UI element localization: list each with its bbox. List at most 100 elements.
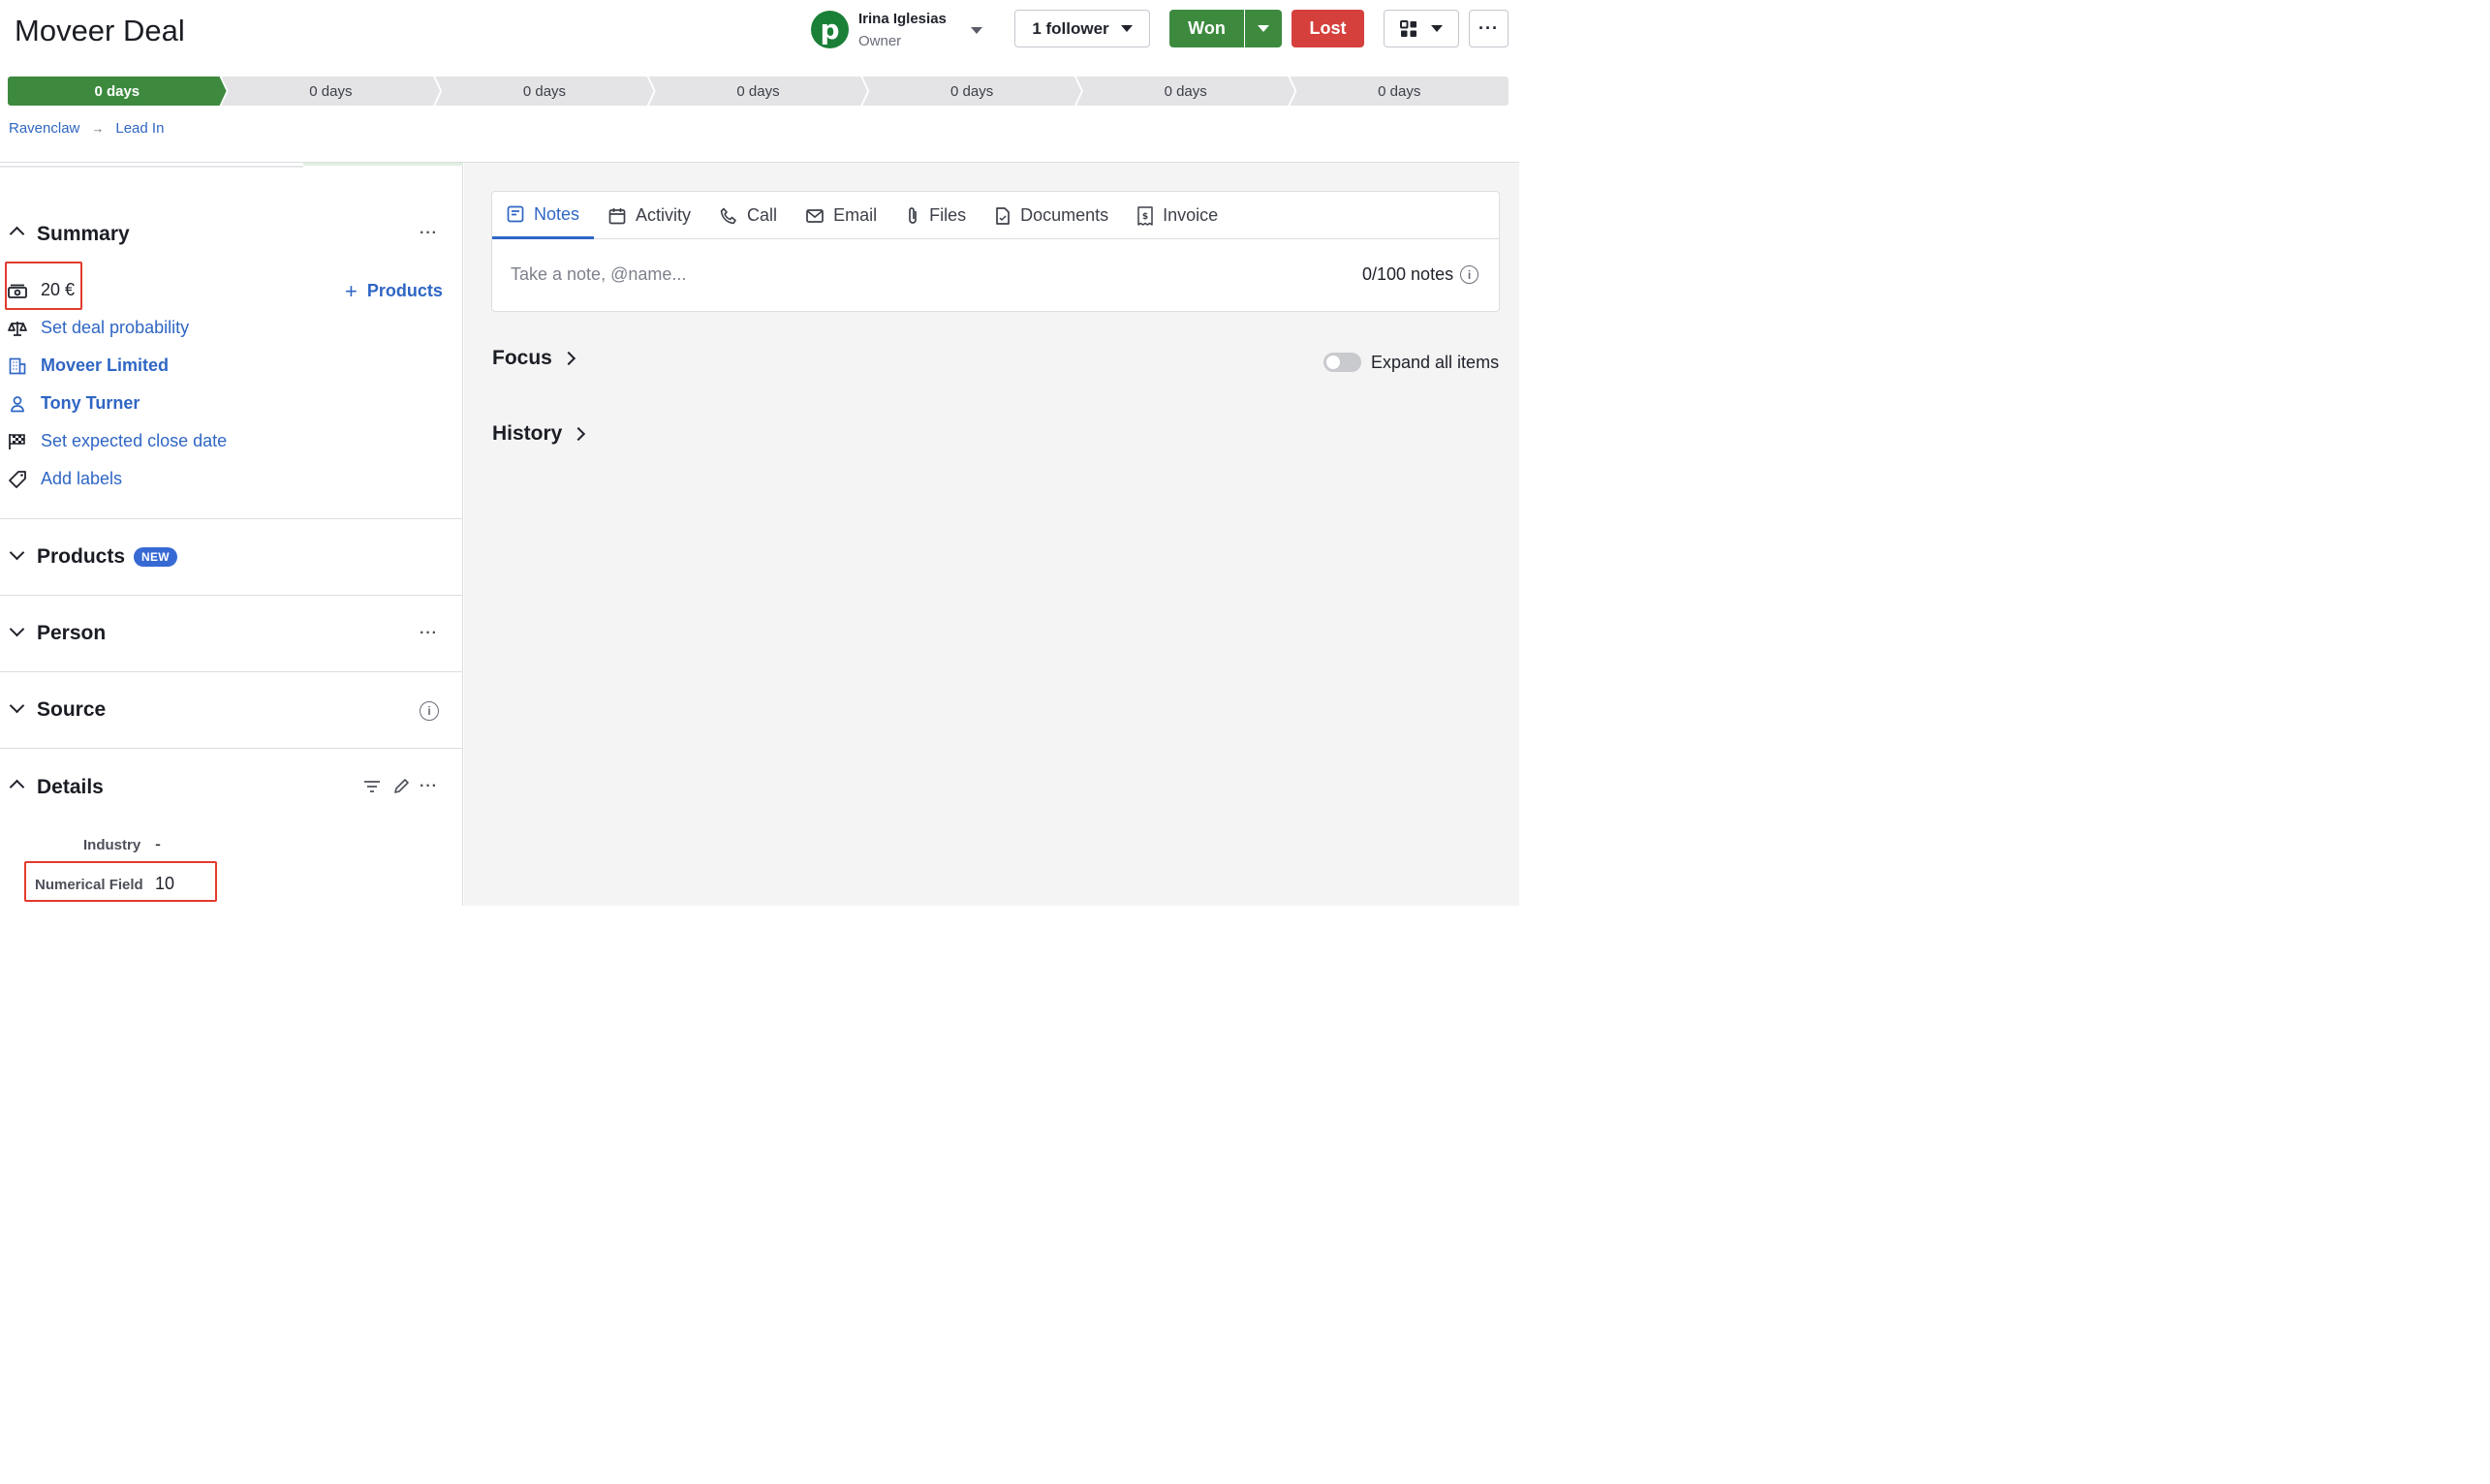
owner-name[interactable]: Irina Iglesias xyxy=(858,11,947,27)
stage-2[interactable]: 0 days xyxy=(222,77,441,106)
add-products-label: Products xyxy=(366,281,443,300)
add-products-button[interactable]: + Products xyxy=(345,278,443,303)
composer-tabs: Notes Activity Call Email Files Document… xyxy=(492,192,1499,239)
chevron-up-icon xyxy=(9,226,25,242)
tab-files[interactable]: Files xyxy=(891,192,980,239)
breadcrumb-stage[interactable]: Lead In xyxy=(115,120,164,137)
info-icon[interactable]: i xyxy=(1460,265,1479,284)
tab-label: Call xyxy=(747,205,778,225)
tab-label: Email xyxy=(833,205,878,225)
stage-3[interactable]: 0 days xyxy=(435,77,654,106)
info-icon[interactable]: i xyxy=(420,701,439,721)
breadcrumb-pipeline[interactable]: Ravenclaw xyxy=(9,120,79,137)
notes-count-label: 0/100 notes xyxy=(1362,264,1454,284)
chevron-down-icon xyxy=(9,697,25,714)
document-icon xyxy=(996,206,1010,225)
field-value-numerical[interactable]: 10 xyxy=(155,874,174,894)
products-title: Products xyxy=(37,545,126,568)
note-input[interactable]: Take a note, @name... xyxy=(511,264,686,285)
person-more-button[interactable]: ··· xyxy=(420,625,438,642)
tab-documents[interactable]: Documents xyxy=(980,192,1123,239)
expand-all-label: Expand all items xyxy=(1371,353,1500,372)
person-row[interactable]: Tony Turner xyxy=(8,393,140,414)
close-date-row[interactable]: Set expected close date xyxy=(8,431,227,451)
chevron-down-icon xyxy=(9,544,25,561)
summary-collapse-toggle[interactable] xyxy=(9,226,25,242)
section-divider xyxy=(0,671,462,672)
tab-label: Activity xyxy=(636,205,692,225)
sidebar-top-progress xyxy=(303,163,463,166)
source-collapse-toggle[interactable] xyxy=(9,697,25,714)
details-collapse-toggle[interactable] xyxy=(9,779,25,795)
follower-label: 1 follower xyxy=(1032,18,1109,38)
expand-all-toggle[interactable] xyxy=(1323,353,1361,372)
stage-4[interactable]: 0 days xyxy=(649,77,868,106)
chevron-down-icon xyxy=(9,621,25,637)
labels-row[interactable]: Add labels xyxy=(8,469,122,489)
stage-7[interactable]: 0 days xyxy=(1290,77,1510,106)
building-icon xyxy=(8,356,27,376)
deal-probability-link[interactable]: Set deal probability xyxy=(41,318,189,338)
follower-button[interactable]: 1 follower xyxy=(1014,10,1150,47)
owner-avatar[interactable]: p xyxy=(811,11,849,48)
deal-value-row[interactable]: 20 € xyxy=(8,280,75,300)
edit-icon[interactable] xyxy=(392,778,410,800)
field-label-numerical: Numerical Field xyxy=(35,877,143,893)
owner-role: Owner xyxy=(858,33,902,49)
more-actions-button[interactable]: ··· xyxy=(1469,10,1509,47)
breadcrumb-arrow-icon: → xyxy=(91,121,105,136)
breadcrumb: Ravenclaw → Lead In xyxy=(9,120,164,137)
person-section-title: Person xyxy=(37,622,107,644)
close-date-link[interactable]: Set expected close date xyxy=(41,431,227,451)
stage-5[interactable]: 0 days xyxy=(862,77,1081,106)
won-options-button[interactable] xyxy=(1245,10,1282,47)
tab-label: Invoice xyxy=(1163,205,1219,225)
lost-button[interactable]: Lost xyxy=(1292,10,1364,47)
chevron-right-icon xyxy=(561,351,576,366)
svg-text:$: $ xyxy=(1142,212,1148,222)
tab-email[interactable]: Email xyxy=(792,192,891,239)
details-section-title: Details xyxy=(37,776,104,798)
summary-title: Summary xyxy=(37,223,130,245)
organization-link[interactable]: Moveer Limited xyxy=(41,356,169,376)
paperclip-icon xyxy=(909,206,917,224)
plus-icon: + xyxy=(345,278,358,303)
deal-probability-row[interactable]: Set deal probability xyxy=(8,318,189,338)
money-icon xyxy=(8,281,27,300)
grid-icon xyxy=(1400,19,1416,37)
tab-activity[interactable]: Activity xyxy=(594,192,705,239)
focus-section-toggle[interactable]: Focus xyxy=(492,347,576,370)
labels-link[interactable]: Add labels xyxy=(41,469,122,489)
summary-more-button[interactable]: ··· xyxy=(420,225,438,242)
tag-icon xyxy=(8,470,27,489)
stage-6[interactable]: 0 days xyxy=(1076,77,1295,106)
person-link[interactable]: Tony Turner xyxy=(41,393,140,414)
section-divider xyxy=(0,518,462,519)
notes-counter: 0/100 notes i xyxy=(1362,264,1479,285)
tab-invoice[interactable]: $ Invoice xyxy=(1123,192,1232,239)
tab-label: Notes xyxy=(534,203,580,224)
details-more-button[interactable]: ··· xyxy=(420,778,438,795)
field-value-industry[interactable]: - xyxy=(155,834,161,854)
tab-notes[interactable]: Notes xyxy=(492,192,595,239)
envelope-icon xyxy=(806,208,824,223)
focus-title: Focus xyxy=(492,347,552,369)
tab-call[interactable]: Call xyxy=(705,192,792,239)
section-divider xyxy=(0,748,462,749)
history-section-toggle[interactable]: History xyxy=(492,422,586,446)
filter-icon[interactable] xyxy=(363,780,381,798)
chevron-down-icon xyxy=(1431,25,1443,32)
field-label-industry: Industry xyxy=(83,837,141,853)
owner-dropdown-caret-icon[interactable] xyxy=(971,27,982,34)
view-switch-button[interactable] xyxy=(1384,10,1459,47)
stage-1[interactable]: 0 days xyxy=(8,77,227,106)
person-icon xyxy=(8,394,27,414)
page-title: Moveer Deal xyxy=(15,14,185,47)
won-button[interactable]: Won xyxy=(1169,10,1244,47)
products-collapse-toggle[interactable] xyxy=(9,544,25,561)
organization-row[interactable]: Moveer Limited xyxy=(8,356,169,376)
person-collapse-toggle[interactable] xyxy=(9,621,25,637)
history-title: History xyxy=(492,422,563,445)
pipeline-stages: 0 days 0 days 0 days 0 days 0 days 0 day… xyxy=(8,77,1510,106)
section-divider xyxy=(0,595,462,596)
